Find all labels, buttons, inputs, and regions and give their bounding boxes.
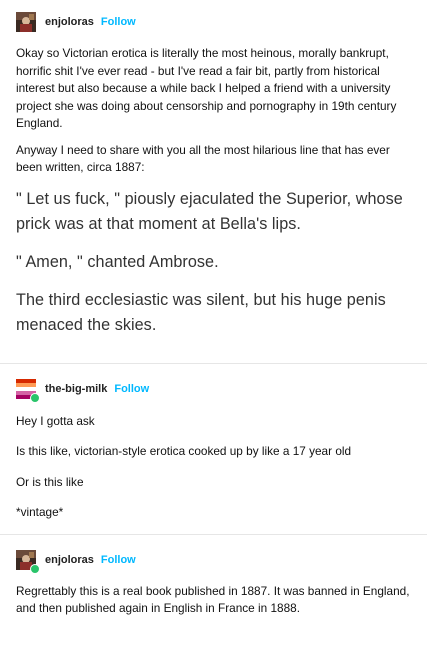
post-header: enjoloras Follow (0, 0, 427, 40)
avatar[interactable] (16, 549, 40, 574)
post-paragraph: Okay so Victorian erotica is literally t… (16, 46, 397, 130)
username[interactable]: enjoloras (45, 554, 94, 566)
online-badge-icon (30, 563, 40, 574)
username[interactable]: the-big-milk (45, 383, 107, 395)
post-paragraph: *vintage* (16, 505, 64, 519)
quote-line: " Let us fuck, " piously ejaculated the … (16, 189, 403, 233)
follow-button[interactable]: Follow (101, 554, 136, 566)
post-paragraph: Hey I gotta ask (16, 413, 95, 428)
avatar[interactable] (16, 12, 36, 32)
post-paragraph: Is this like, victorian-style erotica co… (16, 444, 352, 458)
post-paragraph: Regrettably this is a real book publishe… (16, 583, 410, 616)
post-1: enjoloras Follow Okay so Victorian eroti… (0, 0, 427, 338)
post-paragraph: Anyway I need to share with you all the … (16, 142, 390, 175)
online-badge-icon (30, 392, 40, 403)
post-header: enjoloras Follow (0, 535, 427, 578)
username[interactable]: enjoloras (45, 16, 94, 28)
post-paragraph: Or is this like (16, 474, 84, 489)
quote-line: The third ecclesiastic was silent, but h… (16, 290, 386, 334)
quote-line: " Amen, " chanted Ambrose. (16, 252, 219, 271)
follow-button[interactable]: Follow (101, 16, 136, 28)
avatar-enjoloras-icon (16, 12, 36, 32)
post-header: the-big-milk Follow (0, 364, 427, 407)
post-2: the-big-milk Follow Hey I gotta ask Is t… (0, 364, 427, 522)
post-3: enjoloras Follow Regrettably this is a r… (0, 535, 427, 618)
avatar[interactable] (16, 378, 40, 403)
follow-button[interactable]: Follow (114, 383, 149, 395)
